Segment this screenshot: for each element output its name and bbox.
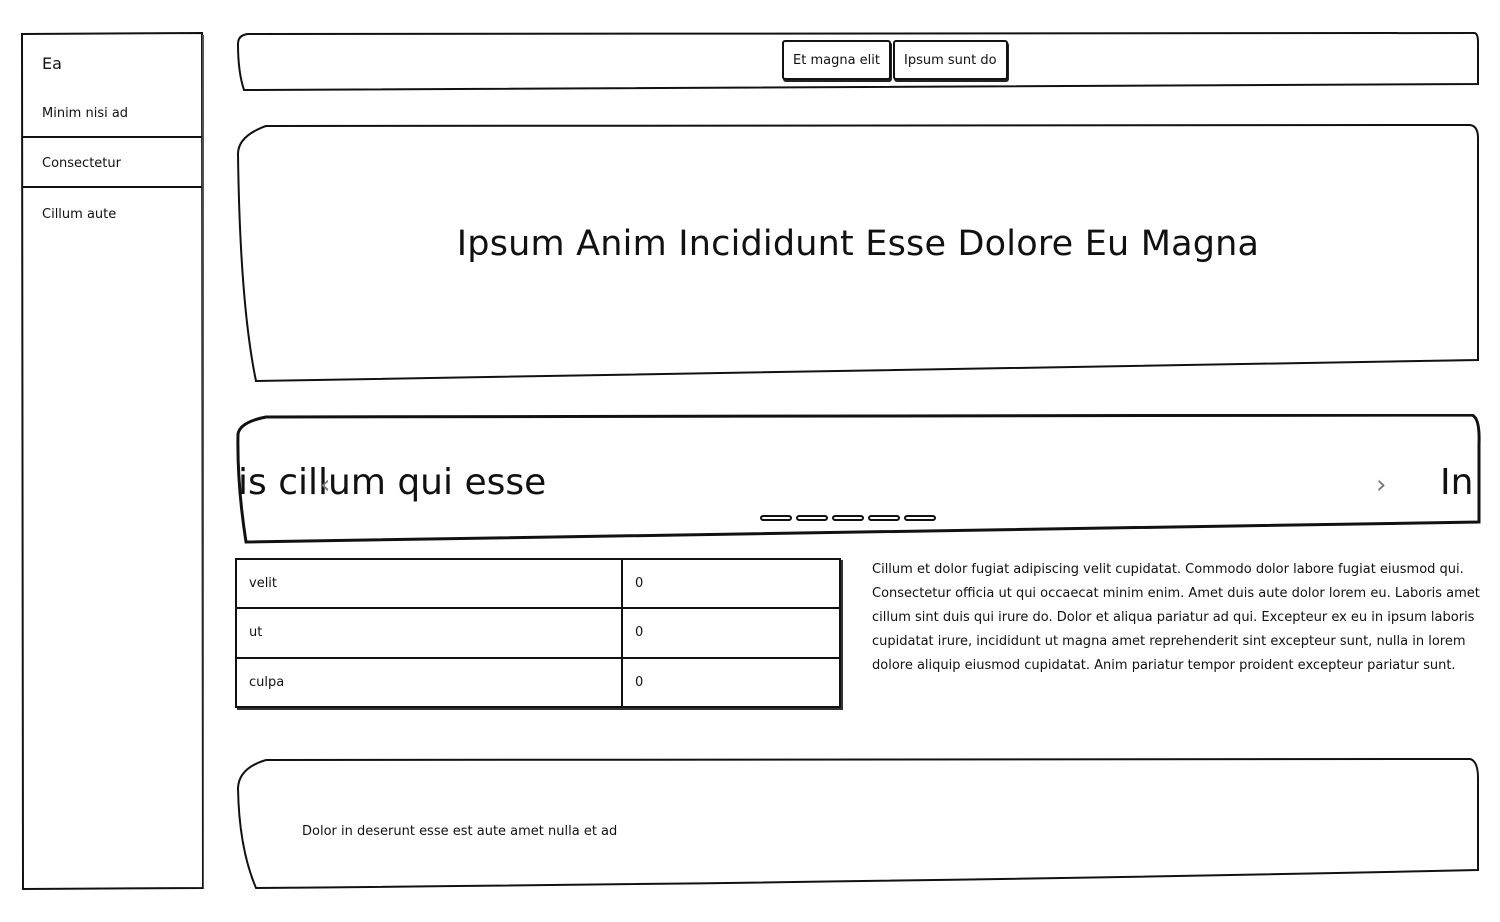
sidebar-item-consectetur[interactable]: Consectetur [22, 140, 202, 188]
et-magna-elit-button[interactable]: Et magna elit [782, 40, 891, 80]
table-cell-value: 0 [621, 607, 841, 659]
hero-heading: Ipsum Anim Incididunt Esse Dolore Eu Mag… [456, 224, 1260, 264]
sidebar: Ea Minim nisi ad Consectetur Cillum aute [20, 32, 204, 890]
table-cell-key: ut [235, 607, 623, 659]
body-paragraph: Cillum et dolor fugiat adipiscing velit … [872, 562, 1480, 673]
carousel-dot[interactable] [796, 515, 828, 521]
table-row: velit 0 [235, 557, 841, 610]
button-group: Et magna elit Ipsum sunt do [782, 40, 1008, 80]
carousel-dot[interactable] [904, 515, 936, 521]
footer-panel: Dolor in deserunt esse est aute amet nul… [236, 758, 1480, 890]
table-row: ut 0 [235, 607, 841, 659]
carousel-next-slide-text: In [1440, 462, 1474, 503]
table-cell-value: 0 [621, 656, 841, 709]
sidebar-item-cillum-aute[interactable]: Cillum aute [22, 190, 202, 238]
ipsum-sunt-do-button[interactable]: Ipsum sunt do [892, 40, 1008, 80]
table-cell-key: culpa [235, 656, 623, 709]
hero-banner: Ipsum Anim Incididunt Esse Dolore Eu Mag… [236, 124, 1480, 384]
sidebar-title: Ea [42, 54, 62, 73]
table-cell-key: velit [235, 557, 623, 610]
data-table: velit 0 ut 0 culpa 0 [235, 557, 843, 710]
page: Ea Minim nisi ad Consectetur Cillum aute… [0, 0, 1500, 922]
carousel-dot[interactable] [868, 515, 900, 521]
chevron-left-icon[interactable]: ‹ [320, 470, 330, 500]
chevron-right-icon[interactable]: › [1376, 470, 1386, 500]
sidebar-item-label: Minim nisi ad [42, 105, 129, 121]
carousel-indicators [760, 515, 936, 521]
top-navbar: Et magna elit Ipsum sunt do [236, 32, 1480, 92]
sidebar-item-label: Consectetur [42, 155, 121, 171]
sidebar-item-label: Cillum aute [42, 206, 117, 222]
sidebar-item-minim-nisi-ad[interactable]: Minim nisi ad [22, 90, 202, 138]
carousel-dot[interactable] [832, 515, 864, 521]
carousel-slide-text: is cillum qui esse [238, 462, 547, 503]
table-row: culpa 0 [235, 656, 841, 709]
footer-text: Dolor in deserunt esse est aute amet nul… [302, 824, 618, 839]
carousel: is cillum qui esse In ‹ › [236, 414, 1482, 544]
carousel-dot[interactable] [760, 515, 792, 521]
table-cell-value: 0 [621, 557, 841, 610]
